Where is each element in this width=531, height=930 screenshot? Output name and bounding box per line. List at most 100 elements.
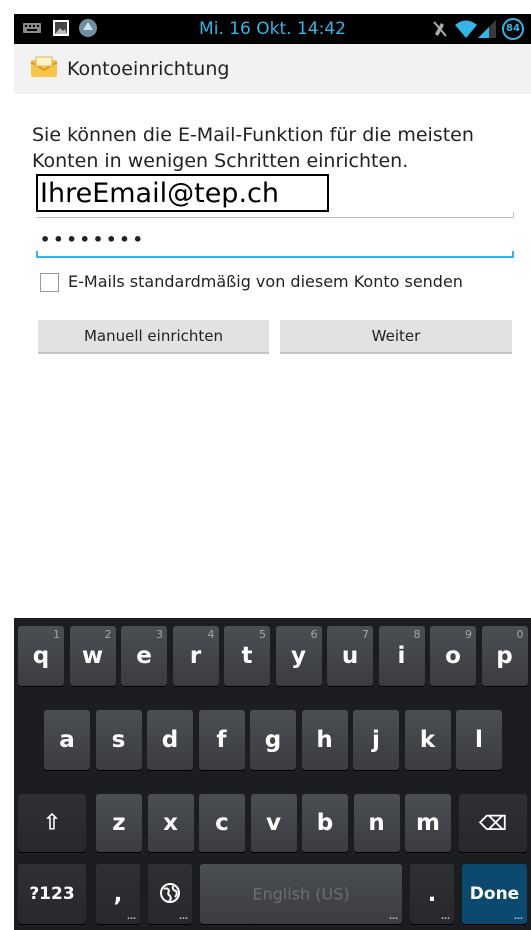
period-more-indicator: … bbox=[441, 912, 450, 922]
email-value[interactable]: IhreEmail@tep.ch bbox=[36, 174, 329, 212]
language-more-indicator: … bbox=[179, 912, 188, 922]
key-a-label: a bbox=[59, 727, 75, 753]
key-x[interactable]: x bbox=[147, 794, 194, 852]
key-r-alt-digit: 4 bbox=[207, 628, 215, 641]
key-o[interactable]: o9 bbox=[430, 626, 476, 686]
key-h-label: h bbox=[316, 727, 333, 753]
key-c[interactable]: c bbox=[199, 794, 245, 852]
shift-key[interactable]: ⇧ bbox=[18, 794, 86, 852]
wifi-icon bbox=[455, 20, 477, 38]
default-send-checkbox[interactable] bbox=[40, 273, 59, 292]
password-value[interactable]: •••••••• bbox=[40, 230, 146, 249]
globe-icon bbox=[160, 883, 180, 903]
key-w[interactable]: w2 bbox=[69, 626, 116, 686]
key-q-alt-digit: 1 bbox=[53, 628, 60, 641]
key-o-alt-digit: 9 bbox=[465, 628, 472, 641]
key-d-label: d bbox=[161, 727, 179, 753]
comma-key[interactable]: , … bbox=[96, 864, 140, 924]
page-title: Kontoeinrichtung bbox=[67, 58, 230, 80]
signal-icon bbox=[478, 20, 496, 38]
key-y[interactable]: y6 bbox=[275, 626, 322, 686]
key-e-label: e bbox=[136, 643, 152, 669]
symbols-key[interactable]: ?123 bbox=[18, 864, 86, 924]
key-v-label: v bbox=[266, 810, 281, 836]
key-k-label: k bbox=[419, 727, 436, 753]
battery-icon: 84 bbox=[502, 18, 524, 40]
key-y-label: y bbox=[291, 643, 306, 669]
space-key-label: English (US) bbox=[252, 884, 350, 904]
mail-envelope-icon bbox=[30, 56, 58, 77]
key-j[interactable]: j bbox=[353, 710, 399, 770]
key-l[interactable]: l bbox=[456, 710, 502, 770]
key-u-label: u bbox=[341, 643, 359, 669]
key-v[interactable]: v bbox=[250, 794, 297, 852]
key-x-label: x bbox=[163, 810, 178, 836]
done-key-label: Done bbox=[469, 884, 520, 904]
status-bar: Mi. 16 Okt. 14:42 84 bbox=[14, 14, 531, 44]
key-j-label: j bbox=[372, 727, 380, 753]
key-g[interactable]: g bbox=[250, 710, 296, 770]
shift-icon: ⇧ bbox=[42, 810, 62, 836]
done-key[interactable]: Done … bbox=[462, 864, 527, 924]
key-t-label: t bbox=[241, 643, 253, 669]
key-g-label: g bbox=[264, 727, 282, 753]
key-s[interactable]: s bbox=[95, 710, 142, 770]
password-field[interactable]: •••••••• bbox=[36, 228, 514, 258]
default-send-label[interactable]: E-Mails standardmäßig von diesem Konto s… bbox=[68, 272, 463, 291]
next-button[interactable]: Weiter bbox=[280, 320, 512, 354]
mute-icon bbox=[433, 21, 447, 37]
manual-setup-button[interactable]: Manuell einrichten bbox=[38, 320, 269, 354]
key-e[interactable]: e3 bbox=[121, 626, 167, 686]
email-field[interactable]: IhreEmail@tep.ch bbox=[36, 174, 514, 218]
key-n-label: n bbox=[368, 810, 385, 836]
key-i-label: i bbox=[397, 643, 406, 669]
space-more-indicator: … bbox=[389, 912, 398, 922]
key-y-alt-digit: 6 bbox=[310, 628, 318, 641]
key-z[interactable]: z bbox=[96, 794, 142, 852]
key-h[interactable]: h bbox=[301, 710, 348, 770]
email-underline bbox=[36, 212, 514, 218]
key-r-label: r bbox=[189, 643, 202, 669]
key-f-label: f bbox=[216, 727, 227, 753]
key-m[interactable]: m bbox=[405, 794, 451, 852]
key-d[interactable]: d bbox=[147, 710, 193, 770]
key-b-label: b bbox=[316, 810, 334, 836]
password-underline bbox=[36, 251, 514, 258]
account-setup-form: Sie können die E-Mail-Funktion für die m… bbox=[14, 94, 531, 618]
key-t[interactable]: t5 bbox=[224, 626, 270, 686]
key-r[interactable]: r4 bbox=[172, 626, 219, 686]
key-e-alt-digit: 3 bbox=[156, 628, 163, 641]
key-o-label: o bbox=[445, 643, 461, 669]
key-i[interactable]: i8 bbox=[378, 626, 425, 686]
key-k[interactable]: k bbox=[404, 710, 451, 770]
on-screen-keyboard: q1w2e3r4t5y6u7i8o9p0 asdfghjkl ⇧ zxcvbnm… bbox=[14, 618, 531, 930]
setup-description: Sie können die E-Mail-Funktion für die m… bbox=[32, 124, 474, 172]
key-n[interactable]: n bbox=[353, 794, 400, 852]
done-more-indicator: … bbox=[514, 912, 523, 922]
key-p-alt-digit: 0 bbox=[516, 628, 524, 641]
key-f[interactable]: f bbox=[198, 710, 245, 770]
key-i-alt-digit: 8 bbox=[413, 628, 421, 641]
key-p[interactable]: p0 bbox=[481, 626, 528, 686]
key-z-label: z bbox=[112, 810, 126, 836]
comma-more-indicator: … bbox=[127, 912, 136, 922]
key-a[interactable]: a bbox=[44, 710, 90, 770]
period-key[interactable]: . … bbox=[410, 864, 454, 924]
backspace-icon: ⌫ bbox=[478, 811, 508, 835]
backspace-key[interactable]: ⌫ bbox=[459, 794, 527, 852]
key-u[interactable]: u7 bbox=[327, 626, 373, 686]
key-q-label: q bbox=[32, 643, 50, 669]
language-key[interactable]: … bbox=[148, 864, 192, 924]
key-u-alt-digit: 7 bbox=[362, 628, 369, 641]
key-l-label: l bbox=[475, 727, 483, 753]
period-key-label: . bbox=[427, 881, 437, 907]
key-q[interactable]: q1 bbox=[18, 626, 64, 686]
key-w-label: w bbox=[81, 643, 104, 669]
key-c-label: c bbox=[215, 810, 229, 836]
space-key[interactable]: English (US) … bbox=[200, 864, 402, 924]
key-m-label: m bbox=[416, 810, 440, 836]
key-b[interactable]: b bbox=[302, 794, 348, 852]
title-bar: Kontoeinrichtung bbox=[14, 44, 531, 95]
symbols-key-label: ?123 bbox=[29, 884, 75, 904]
key-s-label: s bbox=[111, 727, 126, 753]
